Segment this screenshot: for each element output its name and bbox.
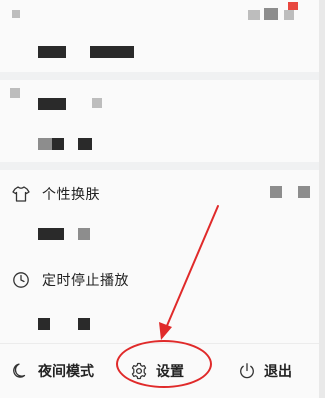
pixelated-content [78,228,90,240]
pixelated-content [52,138,64,150]
pixelated-content [78,138,92,150]
power-icon [238,362,256,380]
logout-label: 退出 [264,364,292,380]
pixelated-content [12,10,20,18]
pixelated-content [298,186,310,198]
bottom-action-bar: 夜间模式 设置 退出 [0,343,319,398]
logout-button[interactable]: 退出 [238,344,292,398]
pixelated-content [78,318,90,330]
moon-icon [12,362,30,380]
pixelated-content [10,88,20,98]
pixelated-content [90,46,134,58]
night-mode-button[interactable]: 夜间模式 [12,344,94,398]
menu-item-label: 定时停止播放 [42,273,129,289]
pixelated-content [248,10,260,20]
pixelated-content [38,46,66,58]
tshirt-icon [12,185,30,203]
sidebar-drawer: 个性换肤 定时停止播放 夜间模式 设置 退出 [0,0,325,398]
pixelated-content [270,186,282,198]
page-edge [319,0,325,398]
section-divider [0,162,319,170]
pixelated-content [284,10,294,20]
menu-item-sleep-timer[interactable]: 定时停止播放 [0,268,319,292]
pixelated-content [38,138,52,150]
night-mode-label: 夜间模式 [38,364,94,380]
pixelated-content [38,228,64,240]
gear-icon [130,362,148,380]
notification-dot [288,2,298,10]
pixelated-content [264,8,278,20]
settings-button[interactable]: 设置 [130,344,184,398]
pixelated-content [38,318,50,330]
menu-item-label: 个性换肤 [42,187,100,203]
pixelated-content [92,98,102,108]
pixelated-content [38,98,66,110]
clock-icon [12,271,30,289]
settings-label: 设置 [156,364,184,380]
section-divider [0,72,319,80]
